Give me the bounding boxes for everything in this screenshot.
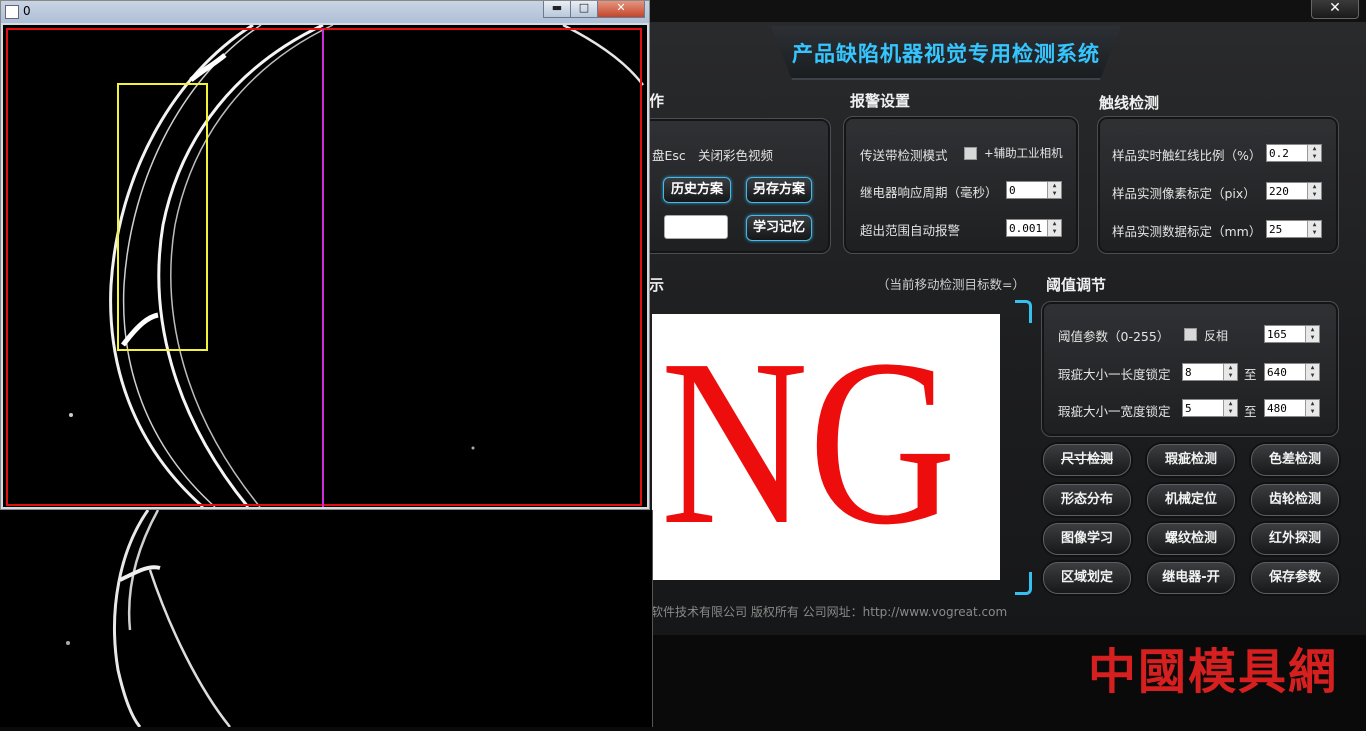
close-button[interactable]: ✕ — [597, 1, 645, 18]
tripwire-header: 触线检测 — [1099, 94, 1160, 112]
morphology-button[interactable]: 形态分布 — [1043, 484, 1131, 516]
target-count-label: （当前移动检测目标数=） — [877, 277, 1025, 292]
invert-label: 反相 — [1204, 329, 1229, 343]
mm-calibration-value: 25 — [1269, 223, 1283, 236]
length-lock-label: 瑕疵大小一长度锁定 — [1058, 367, 1171, 382]
alarm-settings-panel: 传送带检测模式 +辅助工业相机 继电器响应周期（毫秒） 0 ▲ ▼ 超出范围自动报警… — [843, 116, 1079, 254]
out-of-range-label: 超出范围自动报警 — [860, 223, 961, 238]
spin-arrows-icon[interactable]: ▲ ▼ — [1307, 183, 1321, 199]
relay-period-input[interactable]: 0 ▲ ▼ — [1006, 181, 1062, 199]
ratio-label: 样品实时触红线比例（%） — [1112, 148, 1262, 163]
defect-check-button[interactable]: 瑕疵检测 — [1147, 444, 1235, 476]
length-max-input[interactable]: 640 ▲ ▼ — [1264, 363, 1320, 381]
alarm-settings-header: 报警设置 — [850, 92, 911, 110]
thread-check-button[interactable]: 螺纹检测 — [1147, 523, 1235, 555]
window-icon — [5, 5, 19, 19]
region-define-button[interactable]: 区域划定 — [1043, 562, 1131, 594]
app-title: 产品缺陷机器视觉专用检测系统 — [792, 42, 1100, 66]
display-header: 示 — [649, 276, 665, 294]
inspection-app-window: ✕ 产品缺陷机器视觉专用检测系统 作 报警设置 触线检测 盘Esc 关闭彩色视频… — [621, 0, 1366, 635]
color-diff-check-button[interactable]: 色差检测 — [1251, 444, 1339, 476]
secondary-image-window — [0, 509, 653, 728]
image-viewer-window: 0 ▬ □ ✕ — [0, 0, 650, 510]
mm-calibration-label: 样品实测数据标定（mm） — [1112, 224, 1262, 239]
operations-header: 作 — [649, 92, 665, 110]
width-lock-label: 瑕疵大小一宽度锁定 — [1058, 404, 1171, 419]
pixel-calibration-label: 样品实测像素标定（pix） — [1112, 186, 1256, 201]
invert-checkbox[interactable] — [1184, 328, 1197, 341]
inspection-image-canvas — [3, 23, 647, 509]
mm-calibration-input[interactable]: 25 ▲ ▼ — [1266, 220, 1322, 238]
ratio-value: 0.2 — [1269, 147, 1289, 160]
spin-arrows-icon[interactable]: ▲ ▼ — [1223, 364, 1237, 380]
length-min-input[interactable]: 8 ▲ ▼ — [1182, 363, 1238, 381]
app-titlebar — [631, 0, 1366, 22]
width-max-input[interactable]: 480 ▲ ▼ — [1264, 399, 1320, 417]
threshold-param-input[interactable]: 165 ▲ ▼ — [1264, 325, 1320, 343]
color-swatch[interactable] — [664, 215, 728, 239]
infrared-detect-button[interactable]: 红外探测 — [1251, 523, 1339, 555]
mechanical-position-button[interactable]: 机械定位 — [1147, 484, 1235, 516]
copyright-footer: 软件技术有限公司 版权所有 公司网址：http://www.vogreat.co… — [651, 605, 1008, 619]
corner-bracket — [1015, 572, 1032, 595]
aux-camera-label: +辅助工业相机 — [984, 146, 1063, 160]
threshold-param-label: 阈值参数（0-255） — [1058, 329, 1170, 344]
spin-arrows-icon[interactable]: ▲ ▼ — [1047, 182, 1061, 198]
relay-period-label: 继电器响应周期（毫秒） — [860, 185, 998, 200]
app-close-button[interactable]: ✕ — [1311, 0, 1359, 19]
conveyor-mode-label: 传送带检测模式 — [860, 148, 948, 163]
spin-arrows-icon[interactable]: ▲ ▼ — [1047, 220, 1061, 236]
minimize-button[interactable]: ▬ — [543, 1, 571, 18]
spin-arrows-icon[interactable]: ▲ ▼ — [1305, 326, 1319, 342]
spin-arrows-icon[interactable]: ▲ ▼ — [1305, 400, 1319, 416]
length-min-value: 8 — [1185, 366, 1192, 379]
width-max-value: 480 — [1267, 402, 1287, 415]
pixel-calibration-value: 220 — [1269, 185, 1289, 198]
ratio-input[interactable]: 0.2 ▲ ▼ — [1266, 144, 1322, 162]
size-check-button[interactable]: 尺寸检测 — [1043, 444, 1131, 476]
length-max-value: 640 — [1267, 366, 1287, 379]
spin-arrows-icon[interactable]: ▲ ▼ — [1305, 364, 1319, 380]
conveyor-mode-checkbox[interactable] — [964, 147, 977, 160]
viewer-title: 0 — [23, 4, 31, 18]
threshold-param-value: 165 — [1267, 328, 1287, 341]
watermark-logo: 中國模具網 — [1088, 644, 1339, 700]
out-of-range-value: 0.001 — [1009, 222, 1043, 235]
esc-hint: 盘Esc — [652, 148, 686, 163]
image-learning-button[interactable]: 图像学习 — [1043, 523, 1131, 555]
relay-toggle-button[interactable]: 继电器-开 — [1147, 562, 1235, 594]
close-color-video-link[interactable]: 关闭彩色视频 — [698, 145, 773, 164]
pixel-calibration-input[interactable]: 220 ▲ ▼ — [1266, 182, 1322, 200]
save-as-scheme-button[interactable]: 另存方案 — [746, 177, 812, 203]
tripwire-panel: 样品实时触红线比例（%） 0.2 ▲ ▼ 样品实测像素标定（pix） 220 ▲ ▼ 样… — [1097, 116, 1339, 254]
gear-check-button[interactable]: 齿轮检测 — [1251, 484, 1339, 516]
width-min-value: 5 — [1185, 402, 1192, 415]
width-min-input[interactable]: 5 ▲ ▼ — [1182, 399, 1238, 417]
viewer-titlebar[interactable]: 0 ▬ □ ✕ — [1, 1, 649, 23]
history-scheme-button[interactable]: 历史方案 — [663, 177, 731, 203]
ng-result-text: NG — [660, 314, 957, 574]
out-of-range-input[interactable]: 0.001 ▲ ▼ — [1006, 219, 1062, 237]
range-to-label: 至 — [1244, 404, 1257, 419]
spin-arrows-icon[interactable]: ▲ ▼ — [1307, 145, 1321, 161]
range-to-label: 至 — [1244, 367, 1257, 382]
threshold-header: 阈值调节 — [1046, 276, 1107, 294]
relay-period-value: 0 — [1009, 184, 1016, 197]
learn-memory-button[interactable]: 学习记忆 — [746, 215, 812, 241]
secondary-image-canvas — [66, 509, 231, 728]
maximize-button[interactable]: □ — [570, 1, 598, 18]
operations-panel: 盘Esc 关闭彩色视频 历史方案 另存方案 学习记忆 — [621, 118, 831, 254]
spin-arrows-icon[interactable]: ▲ ▼ — [1223, 400, 1237, 416]
threshold-panel: 阈值参数（0-255） 反相 165 ▲ ▼ 瑕疵大小一长度锁定 8 ▲ ▼ 至 640… — [1041, 301, 1339, 437]
save-params-button[interactable]: 保存参数 — [1251, 562, 1339, 594]
spin-arrows-icon[interactable]: ▲ ▼ — [1307, 221, 1321, 237]
inspection-image-svg — [3, 23, 647, 509]
title-banner: 产品缺陷机器视觉专用检测系统 — [771, 26, 1121, 80]
result-display: NG — [652, 314, 1000, 580]
corner-bracket — [1015, 300, 1032, 323]
